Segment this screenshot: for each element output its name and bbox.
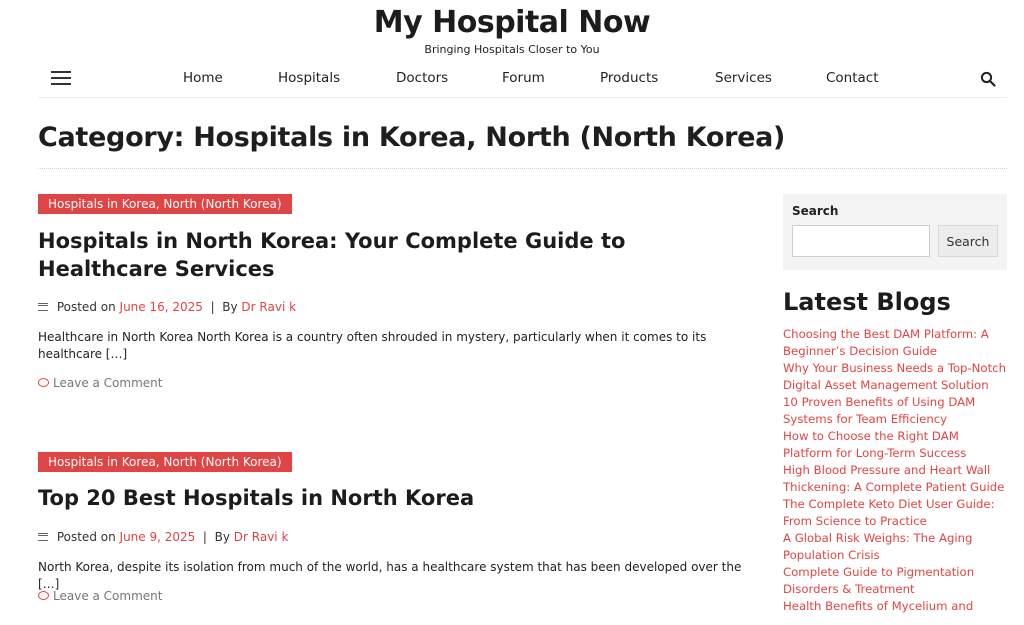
author-link[interactable]: Dr Ravi k <box>241 300 296 314</box>
post-title[interactable]: Top 20 Best Hospitals in North Korea <box>38 484 758 512</box>
list-lines-icon <box>38 302 48 311</box>
search-input[interactable] <box>792 225 930 257</box>
search-button[interactable]: Search <box>938 225 998 257</box>
latest-blog-link[interactable]: Why Your Business Needs a Top-Notch Digi… <box>783 360 1011 394</box>
list-lines-icon <box>38 532 48 541</box>
latest-blog-link[interactable]: High Blood Pressure and Heart Wall Thick… <box>783 462 1011 496</box>
comment-icon <box>38 591 49 600</box>
posted-on-label: Posted on <box>56 530 116 544</box>
site-tagline: Bringing Hospitals Closer to You <box>424 43 600 56</box>
post-excerpt: Healthcare in North Korea North Korea is… <box>38 330 707 361</box>
leave-comment-link[interactable]: Leave a Comment <box>38 376 162 390</box>
nav-item-doctors[interactable]: Doctors <box>396 70 448 86</box>
latest-blog-link[interactable]: Health Benefits of Mycelium and <box>783 598 1011 615</box>
latest-blog-link[interactable]: The Complete Keto Diet User Guide: From … <box>783 496 1011 530</box>
site-title[interactable]: My Hospital Now <box>0 4 1024 42</box>
nav-item-forum[interactable]: Forum <box>502 70 545 86</box>
main-nav: Home Hospitals Doctors Forum Products Se… <box>38 62 1007 98</box>
post-date-link[interactable]: June 16, 2025 <box>120 300 203 314</box>
hamburger-icon[interactable] <box>51 70 71 86</box>
nav-item-hospitals[interactable]: Hospitals <box>278 70 340 86</box>
post-excerpt: North Korea, despite its isolation from … <box>38 560 742 591</box>
post-meta: Posted on June 16, 2025 | By Dr Ravi k <box>38 300 296 314</box>
category-badge[interactable]: Hospitals in Korea, North (North Korea) <box>38 452 292 472</box>
author-link[interactable]: Dr Ravi k <box>234 530 289 544</box>
latest-blog-link[interactable]: Choosing the Best DAM Platform: A Beginn… <box>783 326 1011 360</box>
by-label: By <box>214 530 230 544</box>
nav-item-services[interactable]: Services <box>715 70 772 86</box>
post-date-link[interactable]: June 9, 2025 <box>120 530 196 544</box>
search-label: Search <box>792 204 839 218</box>
nav-item-contact[interactable]: Contact <box>826 70 879 86</box>
category-badge[interactable]: Hospitals in Korea, North (North Korea) <box>38 194 292 214</box>
leave-comment-label: Leave a Comment <box>53 376 163 390</box>
posted-on-label: Posted on <box>56 300 116 314</box>
page-title: Category: Hospitals in Korea, North (Nor… <box>38 122 786 153</box>
nav-item-products[interactable]: Products <box>600 70 658 86</box>
comment-icon <box>38 378 49 387</box>
meta-separator: | <box>202 530 207 544</box>
divider <box>38 168 1007 169</box>
latest-blog-link[interactable]: How to Choose the Right DAM Platform for… <box>783 428 1011 462</box>
latest-blog-link[interactable]: Complete Guide to Pigmentation Disorders… <box>783 564 1011 598</box>
latest-blogs-title: Latest Blogs <box>783 288 951 316</box>
post-meta: Posted on June 9, 2025 | By Dr Ravi k <box>38 530 288 544</box>
search-widget: Search Search <box>783 194 1007 270</box>
leave-comment-label: Leave a Comment <box>53 589 163 603</box>
latest-blogs-list: Choosing the Best DAM Platform: A Beginn… <box>783 326 1011 615</box>
nav-item-home[interactable]: Home <box>183 70 223 86</box>
latest-blog-link[interactable]: 10 Proven Benefits of Using DAM Systems … <box>783 394 1011 428</box>
search-icon[interactable] <box>980 71 996 87</box>
post-title[interactable]: Hospitals in North Korea: Your Complete … <box>38 227 758 283</box>
latest-blog-link[interactable]: A Global Risk Weighs: The Aging Populati… <box>783 530 1011 564</box>
meta-separator: | <box>210 300 215 314</box>
leave-comment-link[interactable]: Leave a Comment <box>38 589 162 603</box>
by-label: By <box>222 300 238 314</box>
